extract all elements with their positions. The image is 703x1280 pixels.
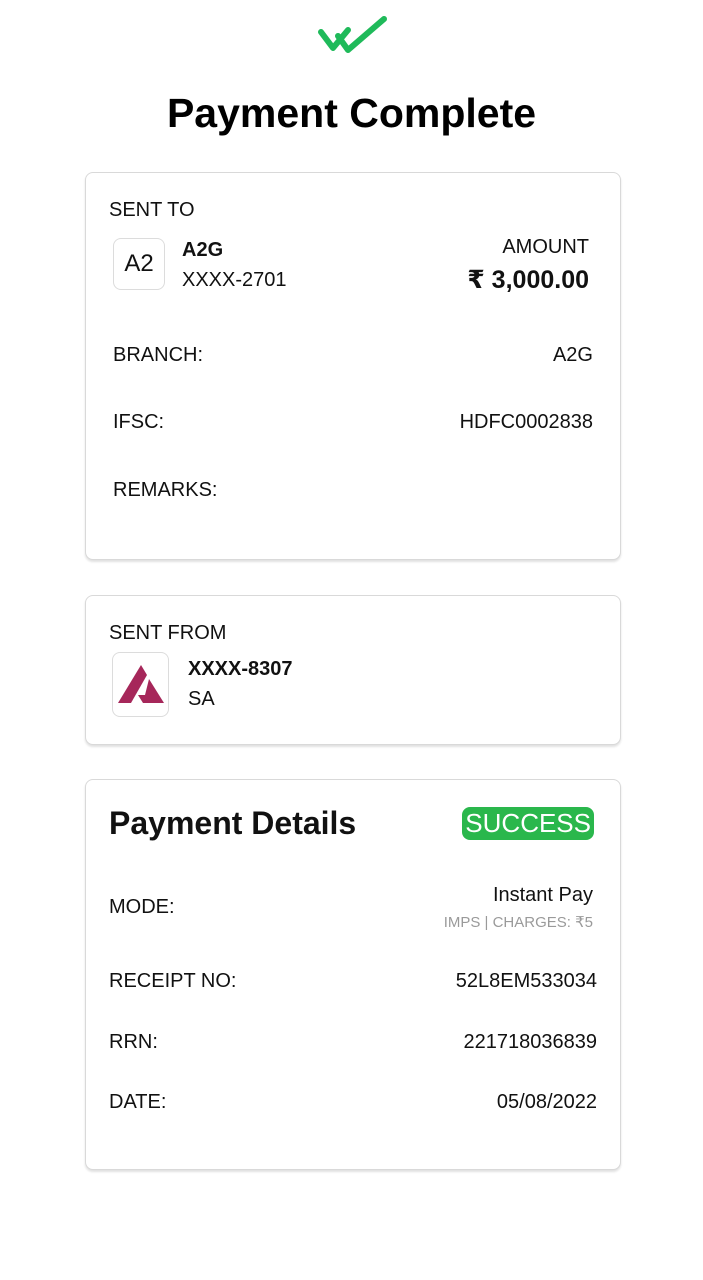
recipient-avatar: A2: [113, 238, 165, 290]
page-title: Payment Complete: [166, 90, 537, 136]
sent-to-label: SENT TO: [109, 199, 195, 221]
recipient-name: A2G: [182, 239, 224, 261]
rrn-value: 221718036839: [463, 1031, 597, 1053]
amount-value: ₹ 3,000.00: [467, 266, 589, 294]
bank-logo: [112, 652, 169, 717]
ifsc-value: HDFC0002838: [459, 411, 593, 433]
sent-from-card: SENT FROM XXXX-8307 SA: [85, 595, 621, 745]
ifsc-label: IFSC:: [113, 411, 165, 433]
sent-to-card: SENT TO A2 A2G XXXX-2701 AMOUNT ₹ 3,000.…: [85, 172, 621, 560]
mode-label: MODE:: [109, 896, 175, 918]
branch-label: BRANCH:: [113, 344, 204, 366]
source-account-type: SA: [188, 688, 215, 710]
axis-bank-logo-icon: [117, 664, 164, 703]
date-value: 05/08/2022: [496, 1091, 597, 1113]
double-check-icon: [318, 16, 387, 53]
rrn-label: RRN:: [109, 1031, 158, 1053]
receipt-value: 52L8EM533034: [455, 970, 597, 992]
status-badge: SUCCESS: [462, 807, 594, 840]
recipient-account: XXXX-2701: [182, 269, 287, 291]
date-label: DATE:: [109, 1091, 167, 1113]
payment-details-card: Payment Details SUCCESS MODE: Instant Pa…: [85, 779, 621, 1170]
mode-subtext: IMPS | CHARGES: ₹5: [443, 914, 593, 931]
remarks-label: REMARKS:: [113, 479, 218, 501]
mode-value: Instant Pay: [492, 884, 593, 906]
source-account: XXXX-8307: [188, 658, 293, 680]
receipt-label: RECEIPT NO:: [109, 970, 237, 992]
payment-details-title: Payment Details: [109, 805, 357, 841]
sent-from-label: SENT FROM: [109, 622, 227, 644]
amount-label: AMOUNT: [502, 236, 589, 258]
branch-value: A2G: [552, 344, 593, 366]
